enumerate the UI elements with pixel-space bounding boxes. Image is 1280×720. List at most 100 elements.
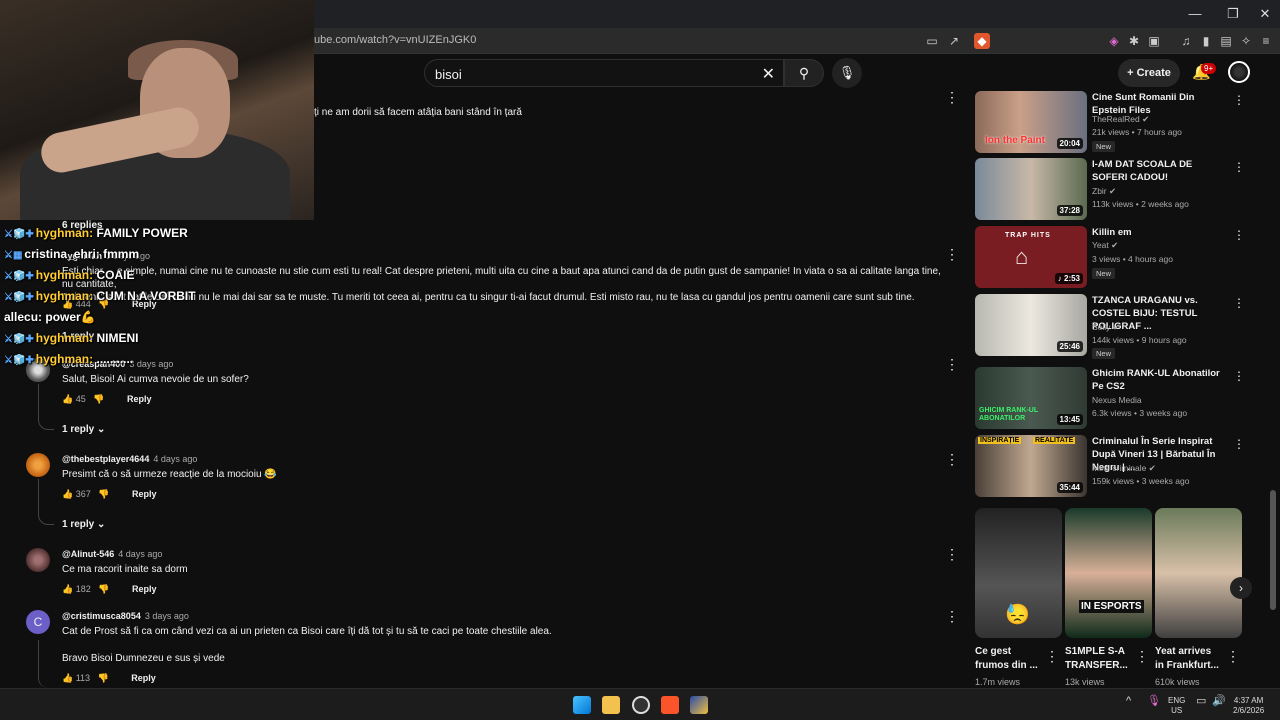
- chat-text: FAMILY POWER: [96, 226, 188, 240]
- file-explorer-icon[interactable]: [602, 696, 620, 714]
- replies-toggle[interactable]: 1 reply ⌄: [62, 519, 105, 530]
- related-video[interactable]: INSPIRAȚIE REALITATE 35:44 Criminalul În…: [975, 435, 1245, 499]
- comment-text: Bravo Bisoi Dumnezeu e sus și vede: [62, 653, 225, 664]
- close-window-button[interactable]: ✕: [1250, 6, 1280, 22]
- author-name[interactable]: @Alinut-546: [62, 549, 114, 559]
- reply-button[interactable]: Reply: [131, 673, 156, 683]
- short-menu-icon[interactable]: ⋮: [1045, 648, 1059, 665]
- video-thumbnail[interactable]: Ion the Paint 20:04: [975, 91, 1087, 153]
- brave-browser-icon[interactable]: [661, 696, 679, 714]
- music-icon[interactable]: ♫: [1178, 33, 1194, 49]
- short-title[interactable]: Yeat arrives in Frankfurt...: [1155, 645, 1221, 673]
- channel-name[interactable]: Zbir ✔: [1092, 186, 1116, 197]
- comment-menu-icon[interactable]: ⋮: [945, 546, 959, 563]
- video-thumbnail[interactable]: 37:28: [975, 158, 1087, 220]
- avatar[interactable]: [26, 453, 50, 477]
- tab-icon[interactable]: ▤: [1218, 33, 1234, 49]
- clear-search-icon[interactable]: ✕: [762, 64, 775, 84]
- comment-menu-icon[interactable]: ⋮: [945, 246, 959, 263]
- url-text[interactable]: ube.com/watch?v=vnUIZEnJGK0: [314, 34, 476, 46]
- channel-name[interactable]: Selly ✔: [1092, 322, 1120, 333]
- leo-icon[interactable]: ✧: [1238, 33, 1254, 49]
- related-video[interactable]: Ion the Paint 20:04 Cine Sunt Romanii Di…: [975, 91, 1245, 155]
- reply-button[interactable]: Reply: [132, 489, 157, 499]
- video-thumbnail[interactable]: GHICIM RANK-UL ABONATILOR 13:45: [975, 367, 1087, 429]
- video-meta: 113k views • 2 weeks ago: [1092, 199, 1189, 209]
- wallet-icon[interactable]: ▣: [1146, 33, 1162, 49]
- channel-name[interactable]: Nexus Media: [1092, 395, 1142, 405]
- replies-label: 1 reply: [62, 424, 95, 435]
- language-code: ENG: [1168, 696, 1186, 705]
- video-thumbnail[interactable]: TRAP HITS ⌂ ♪ 2:53: [975, 226, 1087, 288]
- video-duration: 13:45: [1056, 414, 1083, 425]
- windows-start-icon[interactable]: [573, 696, 591, 714]
- video-title[interactable]: Killin em: [1092, 226, 1224, 239]
- cast-icon[interactable]: ▭: [924, 33, 940, 49]
- bookmark-icon[interactable]: ◆: [974, 33, 990, 49]
- account-avatar[interactable]: [1228, 61, 1250, 83]
- video-title[interactable]: I-AM DAT SCOALA DE SOFERI CADOU!: [1092, 158, 1224, 184]
- replies-toggle[interactable]: 1 reply ⌄: [62, 424, 105, 435]
- author-name[interactable]: @thebestplayer4644: [62, 454, 149, 464]
- search-box[interactable]: bisoi ✕: [424, 59, 784, 87]
- related-video[interactable]: TRAP HITS ⌂ ♪ 2:53 Killin em Yeat ✔ 3 vi…: [975, 226, 1245, 290]
- chevron-up-icon[interactable]: ^: [1126, 696, 1131, 707]
- video-title[interactable]: Ghicim RANK-UL Abonatilor Pe CS2: [1092, 367, 1224, 393]
- share-icon[interactable]: ↗: [946, 33, 962, 49]
- time-text: 4:37 AM: [1233, 696, 1264, 705]
- microphone-icon[interactable]: 🎙: [1147, 696, 1161, 707]
- reply-button[interactable]: Reply: [127, 394, 152, 404]
- create-button[interactable]: + Create: [1118, 59, 1180, 87]
- comment-menu-icon[interactable]: ⋮: [945, 451, 959, 468]
- short-thumbnail[interactable]: 😓: [975, 508, 1062, 638]
- thumbnail-caption: TRAP HITS: [1005, 232, 1051, 239]
- related-video[interactable]: 25:46 TZANCA URAGANU vs. COSTEL BIJU: TE…: [975, 294, 1245, 359]
- notification-count-badge: 9+: [1201, 63, 1217, 74]
- clock[interactable]: 4:37 AM 2/6/2026: [1233, 696, 1264, 716]
- channel-name[interactable]: TheRealRed ✔: [1092, 114, 1149, 125]
- related-video[interactable]: GHICIM RANK-UL ABONATILOR 13:45 Ghicim R…: [975, 367, 1245, 431]
- speaker-icon[interactable]: 🔊: [1212, 696, 1226, 707]
- short-thumbnail[interactable]: IN ESPORTS: [1065, 508, 1152, 638]
- network-icon[interactable]: ▭: [1196, 696, 1206, 707]
- minimize-button[interactable]: —: [1180, 6, 1210, 21]
- short-menu-icon[interactable]: ⋮: [1135, 648, 1149, 665]
- scrollbar[interactable]: [1270, 490, 1276, 610]
- menu-icon[interactable]: ≡: [1258, 33, 1274, 49]
- video-menu-icon[interactable]: ⋮: [1233, 296, 1245, 310]
- short-title[interactable]: Ce gest frumos din ...: [975, 645, 1045, 673]
- comment-menu-icon[interactable]: ⋮: [945, 89, 959, 106]
- video-thumbnail[interactable]: INSPIRAȚIE REALITATE 35:44: [975, 435, 1087, 497]
- next-arrow-button[interactable]: ›: [1230, 577, 1252, 599]
- short-menu-icon[interactable]: ⋮: [1226, 648, 1240, 665]
- chat-user: cristina_ehri:: [24, 247, 100, 261]
- maximize-button[interactable]: ❐: [1218, 6, 1248, 22]
- video-menu-icon[interactable]: ⋮: [1233, 93, 1245, 107]
- extensions-icon[interactable]: ✱: [1126, 33, 1142, 49]
- channel-name[interactable]: Minti criminale ✔: [1092, 463, 1156, 474]
- language-indicator[interactable]: ENG US: [1168, 696, 1185, 716]
- sidebar-icon[interactable]: ▮: [1198, 33, 1214, 49]
- video-menu-icon[interactable]: ⋮: [1233, 437, 1245, 451]
- comment-menu-icon[interactable]: ⋮: [945, 608, 959, 625]
- related-video[interactable]: 37:28 I-AM DAT SCOALA DE SOFERI CADOU! Z…: [975, 158, 1245, 222]
- chat-user: hyghman:: [35, 289, 94, 303]
- search-button[interactable]: ⚲: [784, 59, 824, 87]
- obs-icon[interactable]: [632, 696, 650, 714]
- video-menu-icon[interactable]: ⋮: [1233, 369, 1245, 383]
- avatar[interactable]: C: [26, 610, 50, 634]
- app-icon[interactable]: [690, 696, 708, 714]
- search-input[interactable]: bisoi: [435, 67, 462, 82]
- shield-icon[interactable]: ◈: [1106, 33, 1122, 49]
- reply-button[interactable]: Reply: [132, 584, 157, 594]
- avatar[interactable]: [26, 548, 50, 572]
- video-thumbnail[interactable]: 25:46: [975, 294, 1087, 356]
- video-menu-icon[interactable]: ⋮: [1233, 228, 1245, 242]
- short-thumbnail[interactable]: [1155, 508, 1242, 638]
- voice-search-button[interactable]: 🎙: [832, 58, 862, 88]
- channel-name[interactable]: Yeat ✔: [1092, 240, 1118, 251]
- comment-menu-icon[interactable]: ⋮: [945, 356, 959, 373]
- video-menu-icon[interactable]: ⋮: [1233, 160, 1245, 174]
- author-name[interactable]: @cristimusca8054: [62, 611, 141, 621]
- short-title[interactable]: S1MPLE S-A TRANSFER...: [1065, 645, 1128, 673]
